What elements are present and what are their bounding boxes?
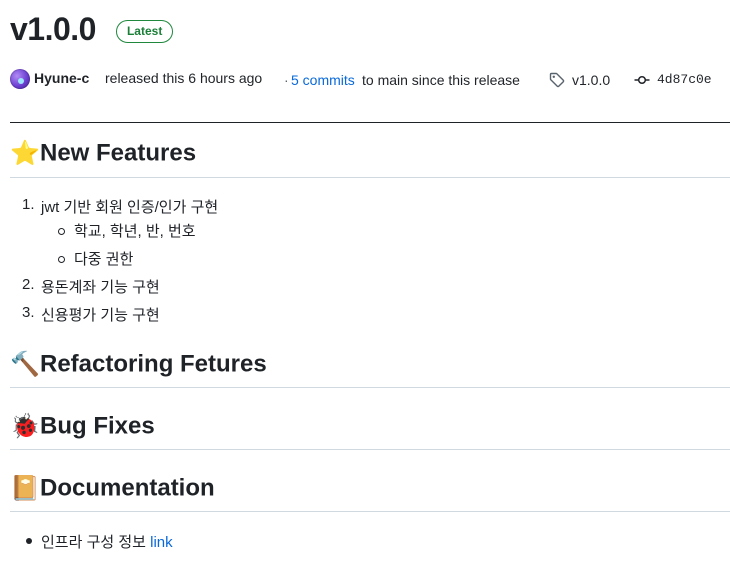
section-title: Refactoring Fetures <box>40 350 267 378</box>
hammer-icon: 🔨 <box>10 351 40 379</box>
commits-text: to main since this release <box>362 72 520 88</box>
section-title: New Features <box>40 139 197 167</box>
author-link[interactable]: Hyune-c <box>34 70 89 86</box>
commit-sha-link[interactable]: 4d87c0e <box>657 72 712 87</box>
section-title: Documentation <box>40 474 215 502</box>
section-title: Bug Fixes <box>40 412 155 440</box>
documentation-list: 인프라 구성 정보 link <box>10 530 710 554</box>
section-divider <box>10 511 730 512</box>
ladybug-icon: 🐞 <box>10 413 40 441</box>
list-item: 2. 용돈계좌 기능 구현 <box>22 276 160 296</box>
bullet <box>58 228 65 235</box>
section-refactoring: 🔨Refactoring Fetures <box>10 350 730 379</box>
section-divider <box>10 387 730 388</box>
bullet <box>58 256 65 263</box>
star-icon: ⭐ <box>10 140 40 168</box>
notebook-icon: 📔 <box>10 475 40 503</box>
new-features-list: 1. jwt 기반 회원 인증/인가 구현 학교, 학년, 반, 번호 다중 권… <box>10 195 710 331</box>
section-divider <box>10 177 730 178</box>
tag-link[interactable]: v1.0.0 <box>572 72 610 88</box>
list-item: 다중 권한 <box>10 247 710 275</box>
commits-link[interactable]: 5 commits <box>291 72 355 88</box>
infra-link[interactable]: link <box>150 534 173 551</box>
release-title[interactable]: v1.0.0 <box>10 11 96 48</box>
section-divider <box>10 449 730 450</box>
avatar[interactable] <box>10 69 30 89</box>
section-new-features: ⭐New Features <box>10 139 730 168</box>
commit-icon <box>634 75 650 85</box>
list-item: 인프라 구성 정보 link <box>10 530 710 554</box>
section-bug-fixes: 🐞Bug Fixes <box>10 412 730 441</box>
release-meta: Hyune-c released this 6 hours ago · 5 co… <box>10 68 730 92</box>
header-divider <box>10 122 730 123</box>
meta-separator: · <box>284 72 289 88</box>
list-item: 1. jwt 기반 회원 인증/인가 구현 <box>22 196 219 216</box>
bullet <box>26 538 32 544</box>
tag-icon <box>549 72 565 88</box>
latest-badge: Latest <box>115 19 174 43</box>
release-header: v1.0.0 Latest <box>10 8 174 50</box>
section-documentation: 📔Documentation <box>10 474 730 503</box>
released-text: released this 6 hours ago <box>105 70 263 86</box>
list-item: 학교, 학년, 반, 번호 <box>10 219 710 247</box>
list-item: 3. 신용평가 기능 구현 <box>22 304 160 324</box>
